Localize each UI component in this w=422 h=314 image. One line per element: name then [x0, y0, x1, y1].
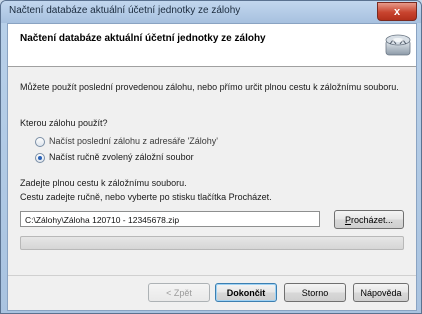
wizard-footer: < Zpět Dokončit Storno Nápověda — [8, 276, 416, 308]
wizard-header: Načtení databáze aktuální účetní jednotk… — [8, 24, 416, 67]
wizard-body: Můžete použít poslední provedenou zálohu… — [8, 67, 416, 310]
window-title: Načtení databáze aktuální účetní jednotk… — [9, 5, 241, 16]
browse-button-label: Procházet... — [344, 214, 394, 225]
path-instruction-line-1: Zadejte plnou cestu k záložnímu souboru. — [20, 178, 187, 188]
header-title: Načtení databáze aktuální účetní jednotk… — [20, 33, 266, 44]
backup-path-input[interactable]: C:\Zálohy\Záloha 120710 - 12345678.zip — [20, 211, 320, 227]
dialog-window: Načtení databáze aktuální účetní jednotk… — [0, 0, 422, 314]
database-restore-icon — [385, 34, 411, 56]
radio-label[interactable]: Načíst ručně zvolený záložní soubor — [49, 152, 194, 162]
title-bar[interactable]: Načtení databáze aktuální účetní jednotk… — [1, 1, 421, 23]
browse-button[interactable]: Procházet... — [334, 210, 404, 229]
finish-button[interactable]: Dokončit — [215, 283, 277, 302]
back-button[interactable]: < Zpět — [148, 283, 210, 302]
cancel-button[interactable]: Storno — [284, 283, 346, 302]
radio-label[interactable]: Načíst poslední zálohu z adresáře 'Záloh… — [49, 136, 218, 146]
help-button[interactable]: Nápověda — [353, 283, 409, 302]
dialog-client-area: Načtení databáze aktuální účetní jednotk… — [7, 23, 417, 311]
radio-button[interactable] — [35, 137, 45, 147]
close-icon: x — [393, 5, 401, 18]
path-instruction-line-2: Cestu zadejte ručně, nebo vyberte po sti… — [20, 192, 272, 202]
radio-button-selected[interactable] — [35, 153, 45, 163]
question-label: Kterou zálohu použít? — [20, 118, 108, 128]
intro-text: Můžete použít poslední provedenou zálohu… — [20, 82, 399, 92]
close-button[interactable]: x — [377, 2, 417, 21]
progress-bar — [20, 236, 404, 250]
